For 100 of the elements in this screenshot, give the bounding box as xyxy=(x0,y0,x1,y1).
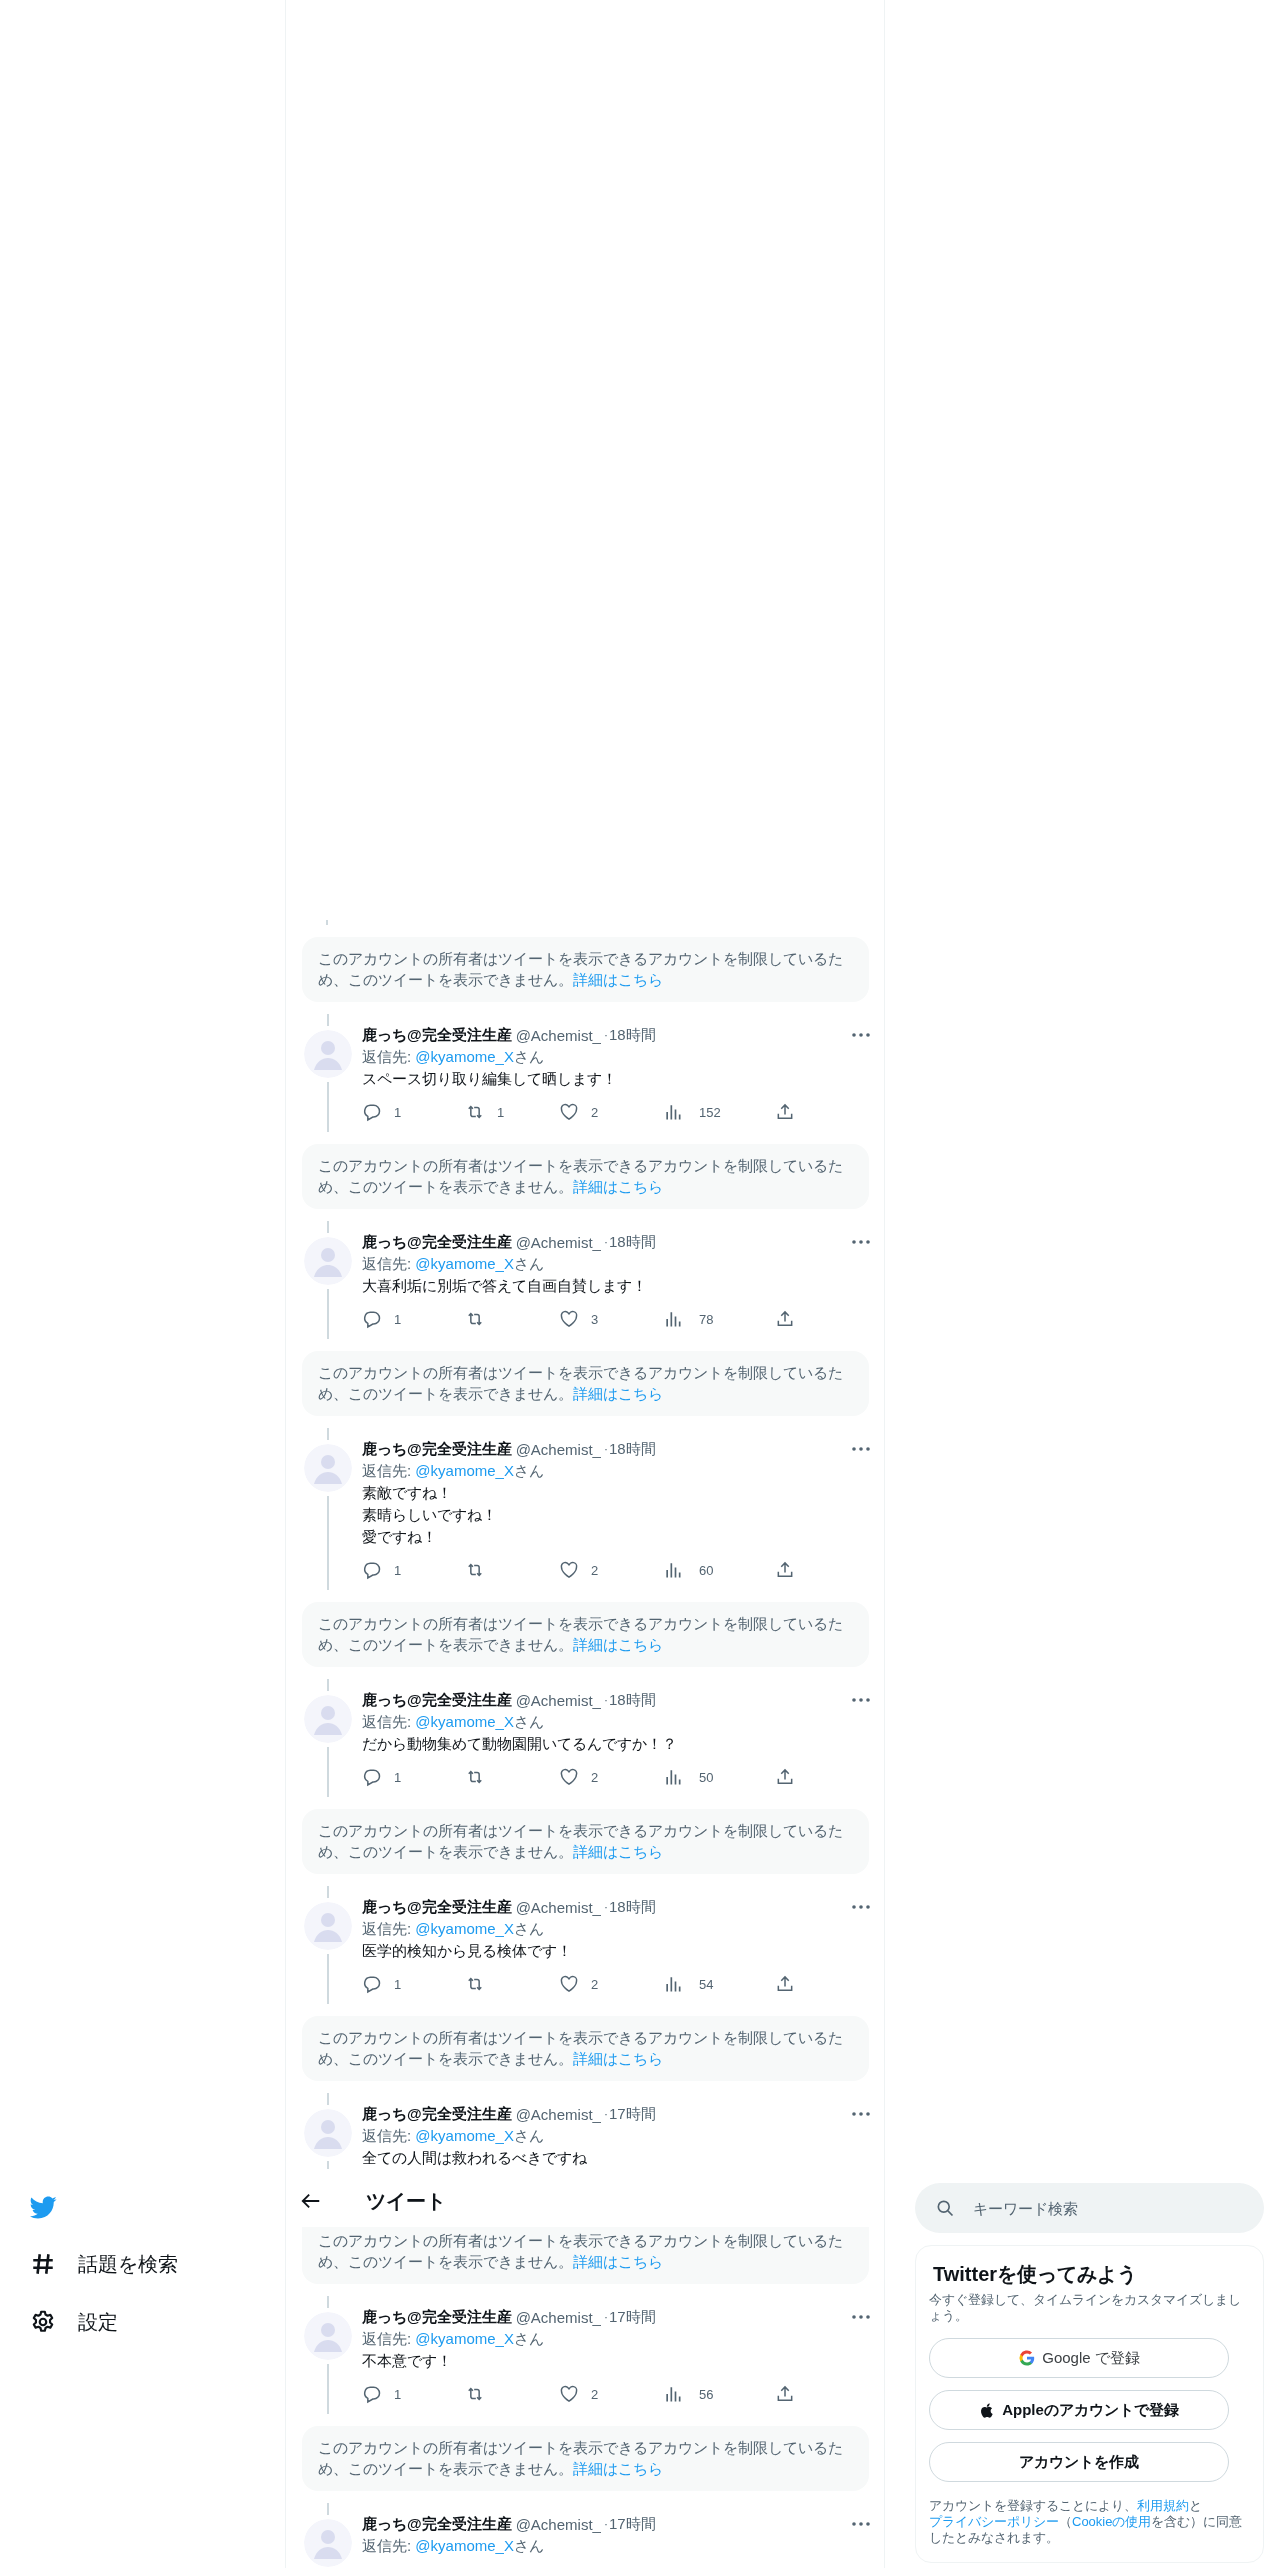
more-button[interactable] xyxy=(852,1033,870,1037)
reply-context: 返信先: @kyamome_Xさん xyxy=(362,1254,545,1274)
search-field[interactable]: キーワード検索 xyxy=(915,2183,1264,2233)
views-icon xyxy=(663,1767,683,1787)
views-icon xyxy=(663,2384,683,2404)
more-button[interactable] xyxy=(852,2112,870,2116)
views-button[interactable]: 152 xyxy=(663,1100,721,1124)
nav-link[interactable]: 設定 xyxy=(30,2301,130,2343)
tweet-time[interactable]: 18時間 xyxy=(608,1690,656,1710)
author-handle: @Achemist_ xyxy=(515,1233,601,1251)
views-button[interactable]: 56 xyxy=(663,2382,714,2406)
like-icon xyxy=(559,2384,579,2404)
more-icon xyxy=(852,1240,870,1244)
notice-text: このアカウントの所有者はツイートを表示できるアカウントを制限しているため、このツイートを表示できません。詳細はこちら xyxy=(318,1821,844,1862)
more-button[interactable] xyxy=(852,1905,870,1909)
views-button[interactable]: 60 xyxy=(663,1558,714,1582)
author-name[interactable]: 鹿っち@完全受注生産 xyxy=(362,2514,512,2534)
nav-link[interactable]: 話題を検索 xyxy=(30,2243,190,2285)
tweet-time[interactable]: 17時間 xyxy=(608,2307,656,2327)
retweet-button[interactable]: 1 xyxy=(465,1100,505,1124)
tweet-time[interactable]: 17時間 xyxy=(608,2104,656,2124)
more-button[interactable] xyxy=(852,1698,870,1702)
avatar xyxy=(303,1030,352,1078)
like-icon xyxy=(559,1309,579,1329)
avatar xyxy=(303,1444,352,1492)
separator-dot: · xyxy=(603,2517,608,2531)
terms-text: アカウントを登録することにより、利用規約 と プライバシーポリシー（Cookieの使用を含む）に同意したとみなされます。 xyxy=(929,2498,1244,2546)
like-button[interactable]: 2 xyxy=(559,1765,599,1789)
policy-link[interactable]: 利用規約 xyxy=(1137,2498,1189,2513)
reply-icon xyxy=(362,1974,382,1994)
tweet-time[interactable]: 18時間 xyxy=(608,1897,656,1917)
mention-link[interactable]: @kyamome_X xyxy=(415,1048,514,1065)
reply-button[interactable]: 1 xyxy=(362,1307,402,1331)
reply-icon xyxy=(362,1309,382,1329)
like-button[interactable]: 2 xyxy=(559,2382,599,2406)
signup-button[interactable]: Appleのアカウントで登録 xyxy=(929,2390,1229,2430)
author-name[interactable]: 鹿っち@完全受注生産 xyxy=(362,2307,512,2327)
mention-link[interactable]: @kyamome_X xyxy=(415,1462,514,1479)
views-button[interactable]: 54 xyxy=(663,1972,714,1996)
author-handle: @Achemist_ xyxy=(515,2515,601,2533)
share-icon xyxy=(775,1309,795,1329)
author-handle: @Achemist_ xyxy=(515,2308,601,2326)
more-icon xyxy=(852,1905,870,1909)
reply-button[interactable]: 1 xyxy=(362,2382,402,2406)
search-icon xyxy=(935,2198,955,2218)
reply-button[interactable]: 1 xyxy=(362,1100,402,1124)
tweet-text: 医学的検知から見る検体です！ xyxy=(362,1941,573,1961)
reply-context: 返信先: @kyamome_Xさん xyxy=(362,1919,545,1939)
more-icon xyxy=(852,2315,870,2319)
policy-link[interactable]: プライバシーポリシー xyxy=(929,2514,1059,2529)
like-button[interactable]: 3 xyxy=(559,1307,599,1331)
more-button[interactable] xyxy=(852,1240,870,1244)
reply-button[interactable]: 1 xyxy=(362,1972,402,1996)
mention-link[interactable]: @kyamome_X xyxy=(415,1920,514,1937)
mention-link[interactable]: @kyamome_X xyxy=(415,1255,514,1272)
more-button[interactable] xyxy=(852,2315,870,2319)
author-name[interactable]: 鹿っち@完全受注生産 xyxy=(362,1897,512,1917)
g-logo-icon xyxy=(1018,2349,1037,2367)
author-handle: @Achemist_ xyxy=(515,1898,601,1916)
like-button[interactable]: 2 xyxy=(559,1100,599,1124)
more-button[interactable] xyxy=(852,2522,870,2526)
mention-link[interactable]: @kyamome_X xyxy=(415,2537,514,2554)
author-name[interactable]: 鹿っち@完全受注生産 xyxy=(362,1690,512,1710)
notice-text: このアカウントの所有者はツイートを表示できるアカウントを制限しているため、このツイートを表示できません。詳細はこちら xyxy=(318,1363,844,1404)
avatar xyxy=(303,2312,352,2360)
reply-icon xyxy=(362,1560,382,1580)
reply-button[interactable]: 1 xyxy=(362,1558,402,1582)
tweet-time[interactable]: 17時間 xyxy=(608,2514,656,2534)
separator-dot: · xyxy=(603,1028,608,1042)
views-button[interactable]: 50 xyxy=(663,1765,714,1789)
policy-link[interactable]: Cookieの使用 xyxy=(1072,2514,1152,2529)
views-icon xyxy=(663,1560,683,1580)
tweet-time[interactable]: 18時間 xyxy=(608,1439,656,1459)
signup-button[interactable]: Google で登録 xyxy=(929,2338,1229,2378)
more-icon xyxy=(852,1447,870,1451)
author-name[interactable]: 鹿っち@完全受注生産 xyxy=(362,2104,512,2124)
mention-link[interactable]: @kyamome_X xyxy=(415,1713,514,1730)
like-icon xyxy=(559,1974,579,1994)
views-button[interactable]: 78 xyxy=(663,1307,714,1331)
author-name[interactable]: 鹿っち@完全受注生産 xyxy=(362,1025,512,1045)
tweet-text: 素敵ですね！ 素晴らしいですね！ 愛ですね！ xyxy=(362,1483,498,1547)
tweet-time[interactable]: 18時間 xyxy=(608,1025,656,1045)
mention-link[interactable]: @kyamome_X xyxy=(415,2127,514,2144)
tweet-text: スペース切り取り編集して晒します！ xyxy=(362,1069,618,1089)
avatar xyxy=(303,1695,352,1743)
signup-button[interactable]: アカウントを作成 xyxy=(929,2442,1229,2482)
author-name[interactable]: 鹿っち@完全受注生産 xyxy=(362,1232,512,1252)
share-icon xyxy=(775,1767,795,1787)
reply-icon xyxy=(362,1102,382,1122)
bird-logo-icon xyxy=(30,2194,57,2221)
like-button[interactable]: 2 xyxy=(559,1972,599,1996)
more-button[interactable] xyxy=(852,1447,870,1451)
settings-icon xyxy=(30,2309,56,2335)
tweet-time[interactable]: 18時間 xyxy=(608,1232,656,1252)
mention-link[interactable]: @kyamome_X xyxy=(415,2330,514,2347)
reply-context: 返信先: @kyamome_Xさん xyxy=(362,2126,545,2146)
reply-button[interactable]: 1 xyxy=(362,1765,402,1789)
share-icon xyxy=(775,1560,795,1580)
like-button[interactable]: 2 xyxy=(559,1558,599,1582)
author-name[interactable]: 鹿っち@完全受注生産 xyxy=(362,1439,512,1459)
